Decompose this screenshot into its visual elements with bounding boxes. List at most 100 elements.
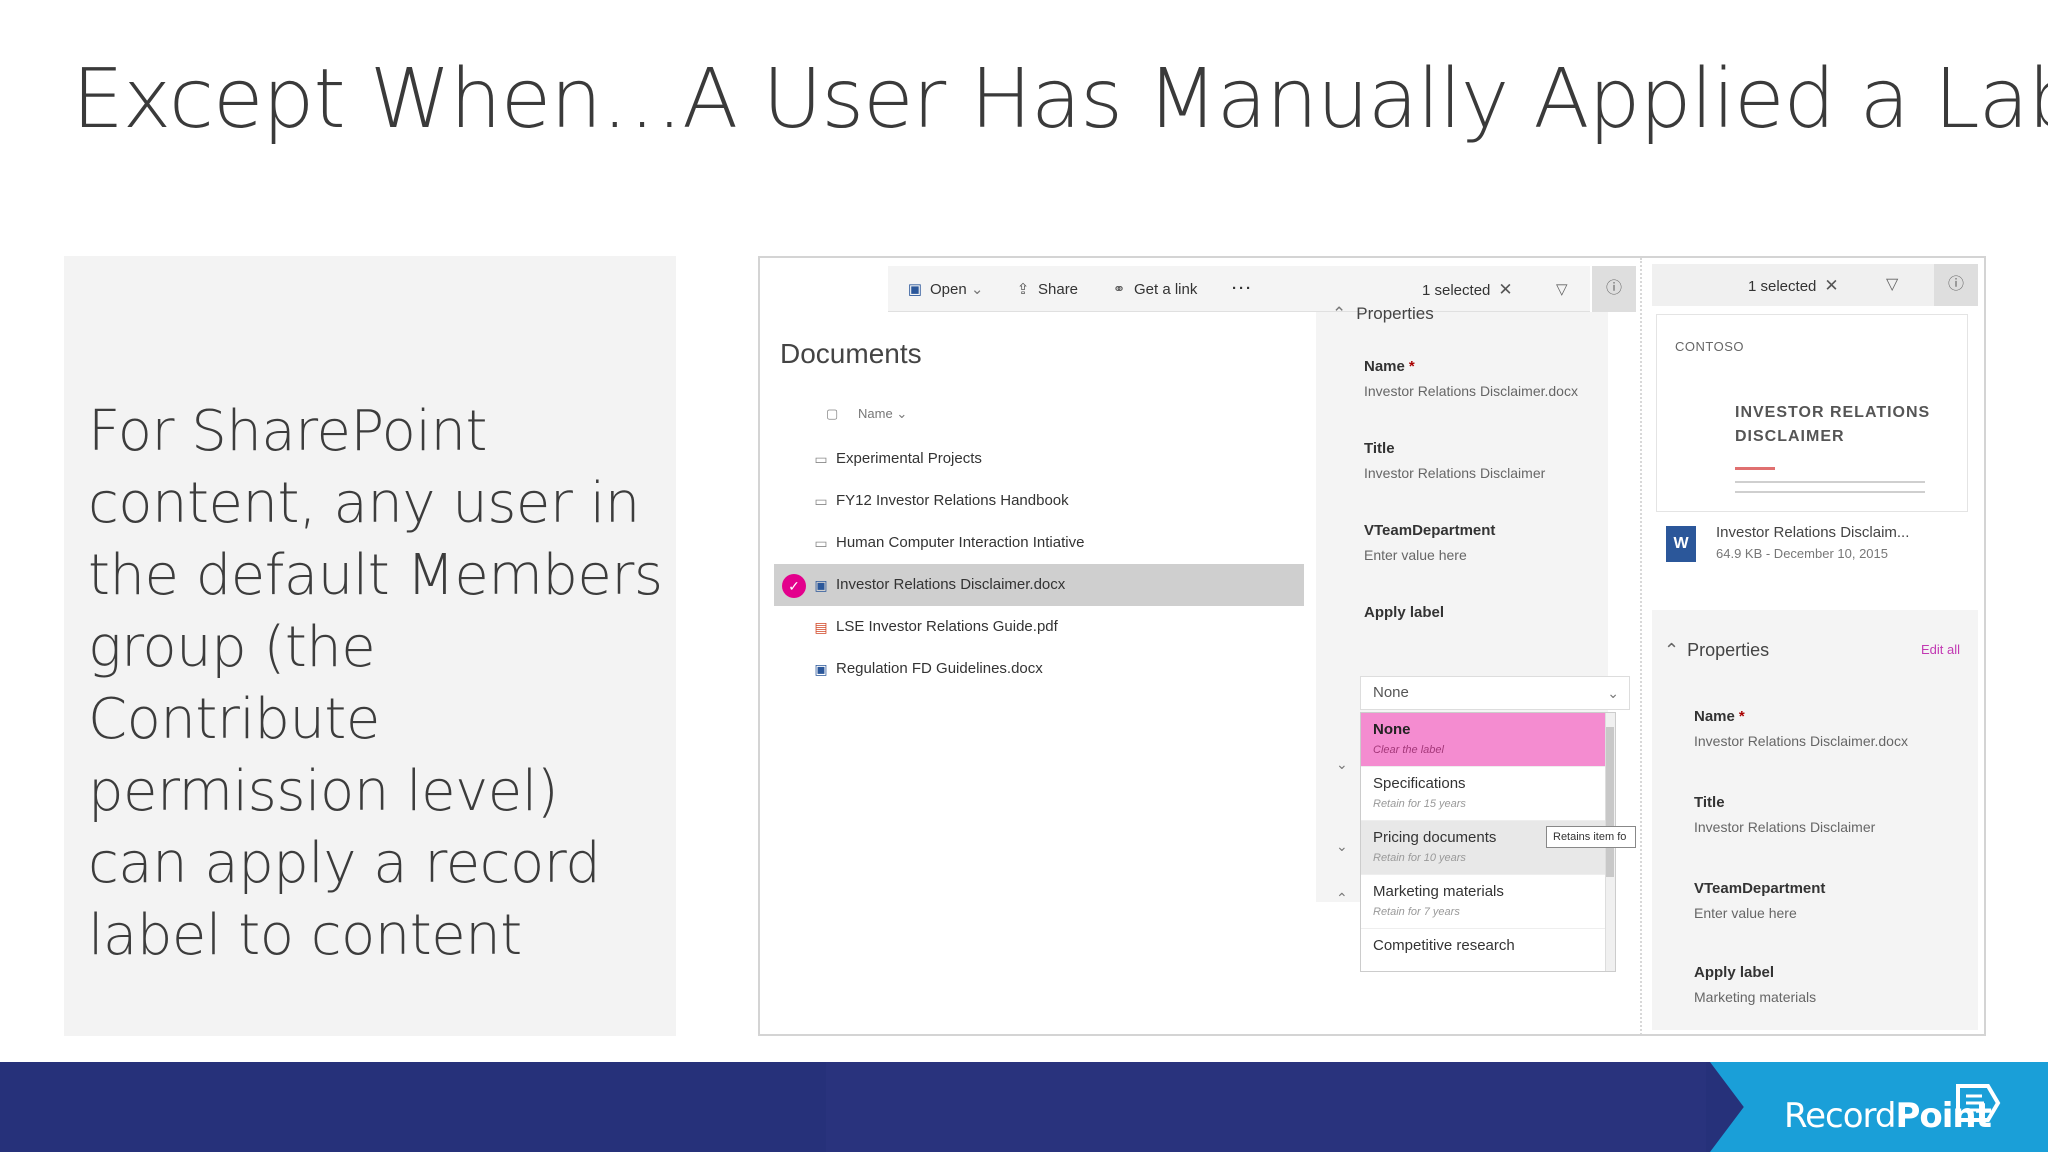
name-label-text: Name [1364, 358, 1405, 375]
item-name: Regulation FD Guidelines.docx [836, 660, 1043, 677]
folder-icon: ▭ [814, 451, 828, 467]
logo-regular: Record [1784, 1096, 1896, 1136]
list-item[interactable]: ▭ FY12 Investor Relations Handbook [774, 480, 1304, 522]
title-field-label: Title [1364, 440, 1395, 457]
label-option[interactable]: Specifications Retain for 15 years [1361, 767, 1615, 821]
label-option[interactable]: Competitive research [1361, 929, 1615, 971]
label-option[interactable]: None Clear the label [1361, 713, 1615, 767]
title-field-value[interactable]: Investor Relations Disclaimer [1364, 465, 1545, 481]
open-button[interactable]: ▣ Open ⌄ [906, 280, 984, 298]
filter-icon[interactable]: ▽ [1886, 274, 1898, 294]
item-name: Investor Relations Disclaimer.docx [836, 576, 1066, 593]
option-title: Marketing materials [1373, 883, 1504, 900]
department-field-label: VTeamDepartment [1364, 522, 1496, 539]
selection-count: 1 selected ✕ [1422, 280, 1513, 300]
chevron-up-icon[interactable]: ⌃ [1336, 890, 1348, 907]
department-field-input[interactable]: Enter value here [1364, 547, 1495, 563]
pane-divider [1640, 258, 1642, 1034]
clear-selection-icon[interactable]: ✕ [1824, 276, 1838, 295]
selection-label: 1 selected [1422, 282, 1491, 299]
library-title: Documents [780, 338, 922, 369]
list-item-selected[interactable]: ✓ ▣ Investor Relations Disclaimer.docx [774, 564, 1304, 606]
chevron-down-icon[interactable]: ⌄ [1336, 756, 1348, 773]
info-icon[interactable]: ⓘ [1934, 264, 1978, 306]
apply-label-label: Apply label [1694, 964, 1775, 981]
sharepoint-screenshot: ▣ Open ⌄ ⇪ Share ⚭ Get a link ··· 1 selecte… [758, 256, 1986, 1036]
label-option[interactable]: Marketing materials Retain for 7 years [1361, 875, 1615, 929]
more-button[interactable]: ··· [1232, 280, 1253, 297]
option-subtitle: Retain for 7 years [1373, 906, 1460, 918]
word-file-icon: ▣ [814, 661, 828, 677]
preview-title-line1: INVESTOR RELATIONS [1735, 404, 1931, 421]
properties-pane: ⌃ Properties Name * Investor Relations Dis… [1316, 304, 1630, 972]
clear-selection-icon[interactable]: ✕ [1498, 280, 1512, 299]
name-column-header[interactable]: ▢ Name ⌄ [826, 406, 907, 422]
label-tooltip: Retains item fo [1546, 826, 1636, 848]
preview-brand: CONTOSO [1675, 339, 1744, 354]
name-column-label: Name [858, 406, 893, 421]
recordpoint-logo-icon [1956, 1084, 2001, 1122]
word-file-icon: ▣ [814, 577, 828, 593]
properties-header[interactable]: ⌃ Properties [1332, 304, 1434, 324]
department-field-input[interactable]: Enter value here [1694, 905, 1825, 921]
list-item[interactable]: ▣ Regulation FD Guidelines.docx [774, 648, 1304, 690]
apply-label-dropdown[interactable]: None ⌄ [1360, 676, 1630, 710]
name-field-value[interactable]: Investor Relations Disclaimer.docx [1694, 733, 1908, 749]
command-bar: ▣ Open ⌄ ⇪ Share ⚭ Get a link ··· 1 selecte… [770, 266, 1590, 312]
option-subtitle: Retain for 15 years [1373, 798, 1466, 810]
title-field-value[interactable]: Investor Relations Disclaimer [1694, 819, 1875, 835]
item-name: FY12 Investor Relations Handbook [836, 492, 1069, 509]
info-icon[interactable]: ⓘ [1592, 266, 1636, 312]
details-properties-header[interactable]: ⌃ Properties [1664, 640, 1769, 661]
name-label-text: Name [1694, 708, 1735, 725]
list-item[interactable]: ▭ Experimental Projects [774, 438, 1304, 480]
word-icon: ▣ [907, 281, 923, 298]
footer-bar: RecordPoint [0, 1062, 2048, 1152]
pdf-file-icon: ▤ [814, 619, 828, 635]
folder-icon: ▭ [814, 535, 828, 551]
option-title: Competitive research [1373, 937, 1515, 954]
list-item[interactable]: ▤ LSE Investor Relations Guide.pdf [774, 606, 1304, 648]
link-icon: ⚭ [1112, 281, 1126, 298]
preview-title: INVESTOR RELATIONS DISCLAIMER [1735, 401, 1930, 449]
title-field-label: Title [1694, 794, 1725, 811]
get-link-label: Get a link [1134, 281, 1198, 298]
apply-label-value[interactable]: Marketing materials [1694, 989, 1816, 1005]
details-properties-label: Properties [1687, 640, 1770, 660]
department-field: VTeamDepartment Enter value here [1364, 522, 1495, 563]
required-marker: * [1408, 358, 1415, 375]
chevron-down-icon: ⌄ [896, 406, 908, 421]
option-subtitle: Clear the label [1373, 744, 1444, 756]
option-title: Specifications [1373, 775, 1466, 792]
file-name: Investor Relations Disclaim... [1716, 524, 1910, 541]
file-meta: 64.9 KB - December 10, 2015 [1716, 546, 1888, 561]
option-title: None [1373, 721, 1411, 738]
preview-text-lines [1735, 481, 1925, 493]
apply-label-label: Apply label [1364, 604, 1445, 621]
panel-body-text: For SharePoint content, any user in the … [88, 399, 663, 968]
list-item[interactable]: ▭ Human Computer Interaction Intiative [774, 522, 1304, 564]
selection-label: 1 selected [1748, 278, 1817, 295]
preview-title-line2: DISCLAIMER [1735, 428, 1845, 445]
name-field-value[interactable]: Investor Relations Disclaimer.docx [1364, 383, 1578, 399]
name-field: Name * Investor Relations Disclaimer.docx [1364, 358, 1578, 399]
share-icon: ⇪ [1016, 281, 1030, 298]
edit-all-link[interactable]: Edit all [1921, 642, 1960, 657]
chevron-down-icon[interactable]: ⌄ [1336, 838, 1348, 855]
checkmark-icon[interactable]: ✓ [782, 574, 806, 598]
item-name: LSE Investor Relations Guide.pdf [836, 618, 1058, 635]
scrollbar-thumb[interactable] [1606, 727, 1614, 877]
title-field: Title Investor Relations Disclaimer [1694, 794, 1875, 835]
chevron-up-icon: ⌃ [1332, 304, 1347, 323]
file-type-icon: ▢ [826, 406, 839, 421]
footer-band [826, 1062, 1706, 1152]
chevron-up-icon: ⌃ [1664, 640, 1680, 660]
dropdown-value: None [1373, 684, 1409, 701]
title-field: Title Investor Relations Disclaimer [1364, 440, 1545, 481]
get-link-button[interactable]: ⚭ Get a link [1110, 280, 1198, 298]
preview-red-tag [1735, 467, 1775, 470]
filter-icon[interactable]: ▽ [1556, 280, 1568, 298]
share-button[interactable]: ⇪ Share [1014, 280, 1078, 298]
document-preview[interactable]: CONTOSO INVESTOR RELATIONS DISCLAIMER [1656, 314, 1968, 512]
share-label: Share [1038, 281, 1079, 298]
